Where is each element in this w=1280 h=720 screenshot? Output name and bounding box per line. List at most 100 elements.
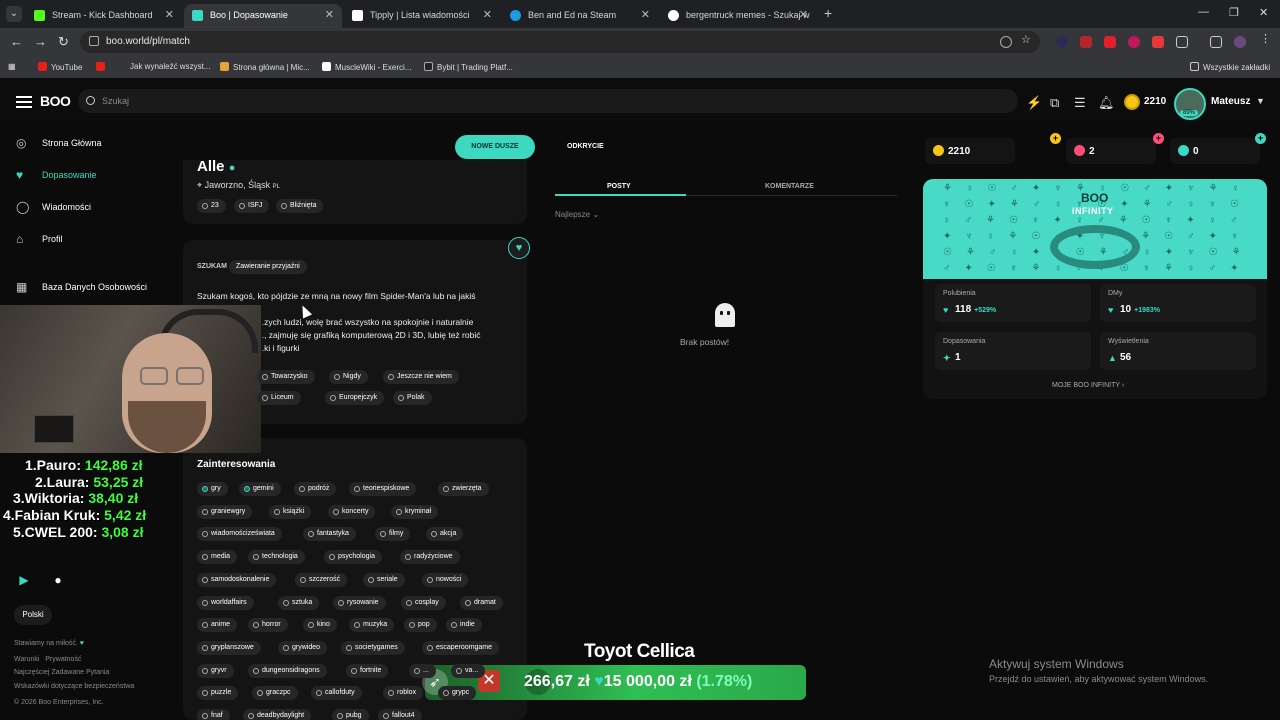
pill-icon bbox=[431, 531, 437, 537]
close-icon[interactable]: ✕ bbox=[325, 8, 334, 21]
coin-icon[interactable] bbox=[1124, 94, 1140, 110]
tab-kick[interactable]: Stream - Kick Dashboard ✕ bbox=[26, 4, 182, 28]
interest-chip: dungeonsidragons bbox=[248, 664, 327, 678]
bookmark-1[interactable]: Jak wynaleźć wszyst... bbox=[130, 62, 210, 71]
minimize-button[interactable]: — bbox=[1198, 6, 1209, 18]
extension-icon[interactable] bbox=[1056, 36, 1068, 48]
add-hearts-icon[interactable]: + bbox=[1153, 133, 1164, 144]
bookmark-3[interactable]: MuscleWiki - Exerci... bbox=[322, 62, 411, 72]
search-input[interactable]: Szukaj bbox=[78, 89, 1018, 113]
boosts-stat[interactable]: 0 bbox=[1170, 138, 1260, 164]
sidebar-item-messages[interactable]: ◯ Wiadomości bbox=[16, 200, 91, 214]
close-icon[interactable]: ✕ bbox=[483, 8, 492, 21]
boo-logo[interactable]: BOO bbox=[40, 93, 71, 109]
pill-label: fallout4 bbox=[392, 712, 415, 719]
close-icon[interactable]: ✕ bbox=[165, 8, 174, 21]
back-button[interactable]: ← bbox=[10, 34, 23, 49]
forward-button[interactable]: → bbox=[34, 34, 47, 49]
pill-icon bbox=[283, 645, 289, 651]
close-icon[interactable]: ✕ bbox=[641, 8, 650, 21]
tile-label: Wyświetlenia bbox=[1108, 338, 1149, 345]
tile-value: ▲ 56 bbox=[1108, 352, 1131, 363]
like-heart-button[interactable]: ♥ bbox=[508, 237, 530, 259]
bookmark-4[interactable]: Bybit | Trading Platf... bbox=[424, 62, 513, 72]
filter-sliders-icon[interactable]: ☰ bbox=[1074, 95, 1086, 111]
reload-button[interactable]: ↻ bbox=[58, 34, 69, 50]
username[interactable]: Mateusz bbox=[1211, 96, 1250, 107]
maximize-button[interactable]: ❐ bbox=[1229, 6, 1239, 19]
apps-icon[interactable]: ▦ bbox=[8, 62, 16, 71]
donor-amount: 3,08 zł bbox=[101, 524, 144, 540]
donor-amount: 5,42 zł bbox=[104, 507, 147, 523]
notifications-bell-icon[interactable]: 🔔︎ bbox=[1098, 95, 1115, 111]
pill-icon bbox=[346, 645, 352, 651]
pill-icon bbox=[334, 374, 340, 380]
tab-steam[interactable]: Ben and Ed na Steam ✕ bbox=[502, 4, 658, 28]
user-icon: ⌂ bbox=[16, 232, 24, 246]
close-icon[interactable]: ✕ bbox=[799, 8, 808, 21]
bookmark-youtube[interactable]: YouTube bbox=[38, 62, 82, 72]
pill-label: 23 bbox=[211, 202, 219, 209]
value: 1 bbox=[955, 352, 961, 363]
location-icon[interactable] bbox=[1000, 36, 1012, 48]
my-infinity-link[interactable]: MOJE BOO INFINITY › bbox=[1052, 382, 1124, 389]
pill-icon bbox=[300, 577, 306, 583]
new-tab-button[interactable]: + bbox=[824, 5, 832, 21]
reading-list-icon[interactable] bbox=[1210, 36, 1222, 48]
bookmark-star-icon[interactable]: ☆ bbox=[1021, 33, 1033, 46]
add-coins-icon[interactable]: + bbox=[1050, 133, 1061, 144]
mbti-pill[interactable]: ISFJ bbox=[234, 199, 270, 213]
sidebar-item-home[interactable]: ◎ Strona Główna bbox=[16, 136, 102, 150]
extension-icon[interactable] bbox=[1128, 36, 1140, 48]
close-window-button[interactable]: ✕ bbox=[1259, 6, 1268, 19]
tab-search-button[interactable]: ⌄ bbox=[6, 6, 22, 22]
pill-icon bbox=[388, 690, 394, 696]
faq-link[interactable]: Najczęściej Zadawane Pytania bbox=[14, 669, 109, 676]
age-pill: 23 bbox=[197, 199, 226, 213]
tab-google[interactable]: bergentruck memes - Szukaj w ✕ bbox=[660, 4, 816, 28]
interest-chip: podróż bbox=[294, 482, 337, 496]
bookmark-youtube-2[interactable] bbox=[96, 62, 109, 72]
translate-icon[interactable]: ⧉ bbox=[1050, 95, 1059, 111]
sidebar-item-match[interactable]: ♥ Dopasowanie bbox=[16, 168, 97, 182]
url-field[interactable]: boo.world/pl/match bbox=[80, 31, 1040, 53]
infinity-symbol bbox=[1050, 225, 1140, 269]
google-play-icon[interactable]: ▶ bbox=[14, 570, 34, 590]
site-info-icon[interactable] bbox=[89, 36, 99, 46]
extensions-puzzle-icon[interactable] bbox=[1176, 36, 1188, 48]
youtube-extension-icon[interactable] bbox=[1104, 36, 1116, 48]
donor-amount: 142,86 zł bbox=[84, 457, 143, 473]
menu-icon[interactable]: ⋮ bbox=[1260, 32, 1272, 45]
hearts-stat[interactable]: 2 bbox=[1066, 138, 1156, 164]
all-bookmarks[interactable]: Wszystkie zakładki bbox=[1190, 62, 1270, 72]
lightning-icon[interactable]: ⚡ bbox=[1026, 95, 1042, 111]
extension-icon[interactable] bbox=[1080, 36, 1092, 48]
new-souls-button[interactable]: NOWE DUSZE bbox=[455, 135, 535, 159]
tab-tipply[interactable]: Tipply | Lista wiadomości ✕ bbox=[344, 4, 500, 28]
sidebar-item-profile[interactable]: ⌂ Profil bbox=[16, 232, 63, 246]
extension-icon[interactable] bbox=[1152, 36, 1164, 48]
bookmark-2[interactable]: Strona główna | Mic... bbox=[220, 62, 310, 72]
profile-avatar-icon[interactable] bbox=[1234, 36, 1246, 48]
zodiac-pill[interactable]: Bliźnięta bbox=[276, 199, 324, 213]
glasses-left bbox=[140, 367, 168, 385]
language-button[interactable]: Polski bbox=[14, 605, 52, 625]
terms-link[interactable]: Warunki bbox=[14, 656, 39, 663]
tab-posts[interactable]: POSTY bbox=[607, 183, 631, 190]
tab-comments[interactable]: KOMENTARZE bbox=[765, 183, 814, 190]
tab-boo[interactable]: Boo | Dopasowanie ✕ bbox=[184, 4, 342, 28]
apple-icon[interactable]: ● bbox=[48, 570, 68, 590]
discovery-button[interactable]: ODKRYCIE bbox=[567, 143, 604, 150]
hamburger-menu-icon[interactable] bbox=[16, 96, 32, 108]
coin-icon bbox=[933, 145, 944, 156]
add-boosts-icon[interactable]: + bbox=[1255, 133, 1266, 144]
windows-activation-subtitle: Przejdź do ustawień, aby aktywować syste… bbox=[989, 674, 1209, 684]
sidebar-item-database[interactable]: ▦ Baza Danych Osobowości bbox=[16, 280, 147, 294]
pill-icon bbox=[308, 622, 314, 628]
chevron-down-icon[interactable]: ▼ bbox=[1256, 96, 1265, 106]
coins-stat[interactable]: 2210 bbox=[925, 138, 1015, 164]
sort-dropdown[interactable]: Najlepsze ⌄ bbox=[555, 210, 599, 219]
safety-link[interactable]: Wskazówki dotyczące bezpieczeństwa bbox=[14, 683, 134, 690]
privacy-link[interactable]: Prywatność bbox=[45, 656, 81, 663]
trait-pill: Nigdy bbox=[329, 370, 368, 384]
